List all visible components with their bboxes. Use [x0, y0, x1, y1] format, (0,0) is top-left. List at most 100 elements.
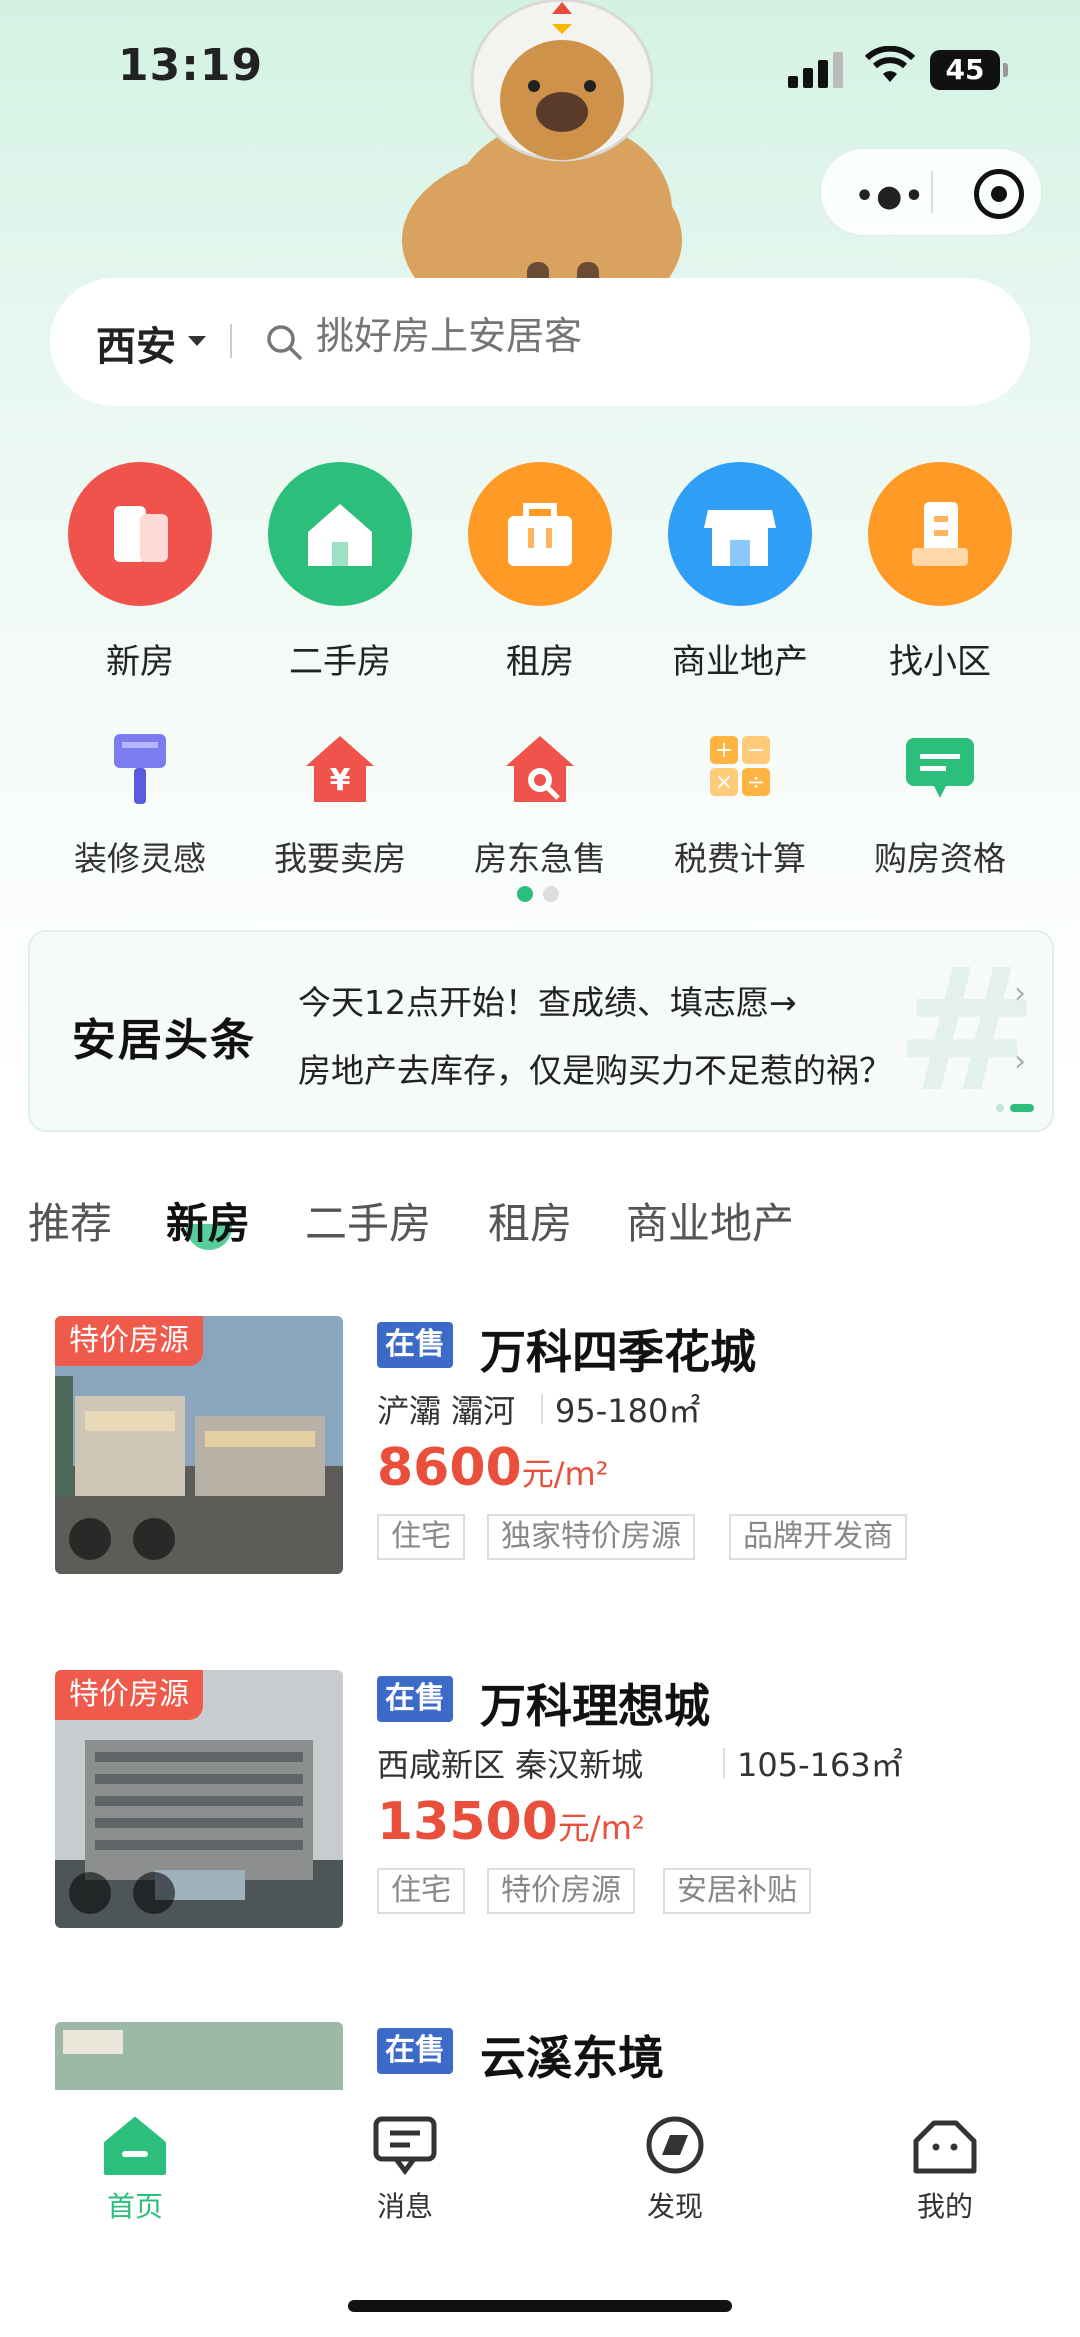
- profile-icon: [912, 2115, 978, 2175]
- listing-title: 万科理想城: [480, 1679, 710, 1733]
- promo-badge: 特价房源: [55, 1316, 203, 1366]
- search-icon: [267, 325, 302, 360]
- home-icon: [102, 2115, 168, 2175]
- nav-community[interactable]: 找小区: [860, 462, 1020, 683]
- listing-photo: [55, 2022, 343, 2090]
- nav-label: 租房: [506, 642, 574, 682]
- chevron-right-icon: ›: [1014, 976, 1026, 1011]
- rent-bag-icon: [468, 462, 612, 606]
- status-time: 13:19: [118, 40, 264, 91]
- headline-item[interactable]: 今天12点开始！查成绩、填志愿→: [298, 976, 797, 1024]
- sell-house-icon: ¥: [306, 736, 374, 802]
- search-divider: [230, 324, 232, 358]
- close-target-icon[interactable]: [974, 169, 1024, 219]
- listing-tag: 住宅: [377, 1514, 465, 1560]
- urgent-sale-icon: [506, 736, 574, 802]
- second-hand-house-icon: [268, 462, 412, 606]
- home-indicator: [348, 2300, 732, 2312]
- listing-card[interactable]: 特价房源 在售 万科四季花城 浐灞 灞河 95-180㎡ 8600元/m² 住宅…: [55, 1316, 1025, 1576]
- tab-recommend[interactable]: 推荐: [28, 1190, 112, 1251]
- bottom-tab-messages[interactable]: 消息: [325, 2115, 485, 2225]
- headline-item[interactable]: 房地产去库存，仅是购买力不足惹的祸？: [298, 1044, 892, 1092]
- bottom-tab-label: 我的: [916, 2190, 973, 2223]
- svg-text:−: −: [747, 738, 765, 763]
- community-building-icon: [868, 462, 1012, 606]
- price-unit: 元/m²: [557, 1809, 645, 1847]
- bottom-tab-profile[interactable]: 我的: [865, 2115, 1025, 2225]
- status-badge: 在售: [377, 1322, 453, 1368]
- subnav-label: 我要卖房: [274, 839, 406, 878]
- listing-title: 万科四季花城: [480, 1325, 756, 1379]
- price-value: 13500: [377, 1792, 558, 1852]
- subnav-label: 装修灵感: [74, 839, 206, 878]
- vr-view-icon: [133, 1872, 175, 1914]
- listing-card[interactable]: 特价房源 在售 万科理想城 西咸新区 秦汉新城 105-163㎡ 13500元/…: [55, 1670, 1025, 1930]
- info-divider: [723, 1748, 725, 1778]
- listing-tag: 住宅: [377, 1868, 465, 1914]
- nav-new-house[interactable]: 新房: [60, 462, 220, 683]
- miniprogram-capsule: •●•: [820, 148, 1042, 236]
- listing-tag: 独家特价房源: [487, 1514, 695, 1560]
- calculator-icon: + −× ÷: [710, 736, 770, 796]
- nav-rent[interactable]: 租房: [460, 462, 620, 683]
- listing-tag: 特价房源: [487, 1868, 635, 1914]
- city-selector[interactable]: 西安: [96, 314, 176, 372]
- status-badge: 在售: [377, 2028, 453, 2074]
- promo-badge: 特价房源: [55, 1670, 203, 1720]
- discover-icon: [642, 2115, 708, 2175]
- bottom-tab-discover[interactable]: 发现: [595, 2115, 755, 2225]
- listing-photo: 特价房源: [55, 1670, 343, 1928]
- status-badge: 在售: [377, 1676, 453, 1722]
- bottom-tab-label: 消息: [376, 2190, 433, 2223]
- search-input[interactable]: [316, 314, 916, 358]
- price-value: 8600: [377, 1438, 522, 1498]
- message-icon: [372, 2115, 438, 2176]
- subnav-label: 房东急售: [474, 839, 606, 878]
- svg-text:×: ×: [715, 770, 733, 795]
- listing-location: 浐灞 灞河: [377, 1392, 516, 1430]
- listing-area: 105-163㎡: [737, 1746, 903, 1784]
- subnav-urgent-sale[interactable]: 房东急售: [450, 728, 630, 880]
- listing-card[interactable]: 在售 云溪东境: [55, 2022, 1025, 2090]
- gallery-icon: [69, 1872, 111, 1914]
- chevron-down-icon: [188, 336, 206, 346]
- headline-logo: 安居头条: [72, 1015, 256, 1066]
- subnav-decoration[interactable]: 装修灵感: [50, 728, 230, 880]
- nav-label: 找小区: [889, 642, 991, 682]
- bottom-tab-home[interactable]: 首页: [55, 2115, 215, 2225]
- headline-card[interactable]: # 安居头条 今天12点开始！查成绩、填志愿→ › 房地产去库存，仅是购买力不足…: [28, 930, 1054, 1132]
- nav-label: 新房: [106, 642, 174, 682]
- signal-icon: [788, 52, 848, 88]
- tab-commercial[interactable]: 商业地产: [626, 1190, 794, 1251]
- subnav-qualification[interactable]: 购房资格: [850, 728, 1030, 880]
- listing-location: 西咸新区 秦汉新城: [377, 1746, 644, 1784]
- vr-view-icon: [133, 1518, 175, 1560]
- paint-brush-icon: [114, 734, 166, 804]
- headline-page-indicator: [996, 1097, 1034, 1116]
- nav-second-hand[interactable]: 二手房: [260, 462, 420, 683]
- nav-commercial[interactable]: 商业地产: [660, 462, 820, 683]
- bottom-tab-label: 首页: [106, 2190, 163, 2223]
- chevron-right-icon: ›: [1014, 1044, 1026, 1079]
- tab-second-hand[interactable]: 二手房: [305, 1190, 431, 1251]
- capybara-mascot: [392, 0, 692, 330]
- battery-icon: 45: [930, 50, 1008, 90]
- nav-label: 二手房: [289, 642, 391, 682]
- subnav-label: 购房资格: [874, 839, 1006, 878]
- listing-photo: 特价房源: [55, 1316, 343, 1574]
- subnav-sell-house[interactable]: ¥ 我要卖房: [250, 728, 430, 880]
- gallery-icon: [69, 1518, 111, 1560]
- tab-new-house[interactable]: 新房: [166, 1190, 250, 1251]
- more-icon[interactable]: •●•: [855, 179, 926, 214]
- nav-label: 商业地产: [672, 642, 808, 682]
- subnav-label: 税费计算: [674, 839, 806, 878]
- search-bar[interactable]: 西安: [50, 278, 1030, 406]
- listing-price: 8600元/m²: [377, 1438, 609, 1498]
- listing-title: 云溪东境: [480, 2031, 664, 2085]
- qualification-chat-icon: [906, 738, 974, 798]
- info-divider: [541, 1394, 543, 1424]
- subnav-tax-calc[interactable]: + − × ÷ 税费计算: [650, 728, 830, 880]
- svg-text:+: +: [715, 738, 733, 763]
- tab-rent[interactable]: 租房: [488, 1190, 572, 1251]
- listing-price: 13500元/m²: [377, 1792, 645, 1852]
